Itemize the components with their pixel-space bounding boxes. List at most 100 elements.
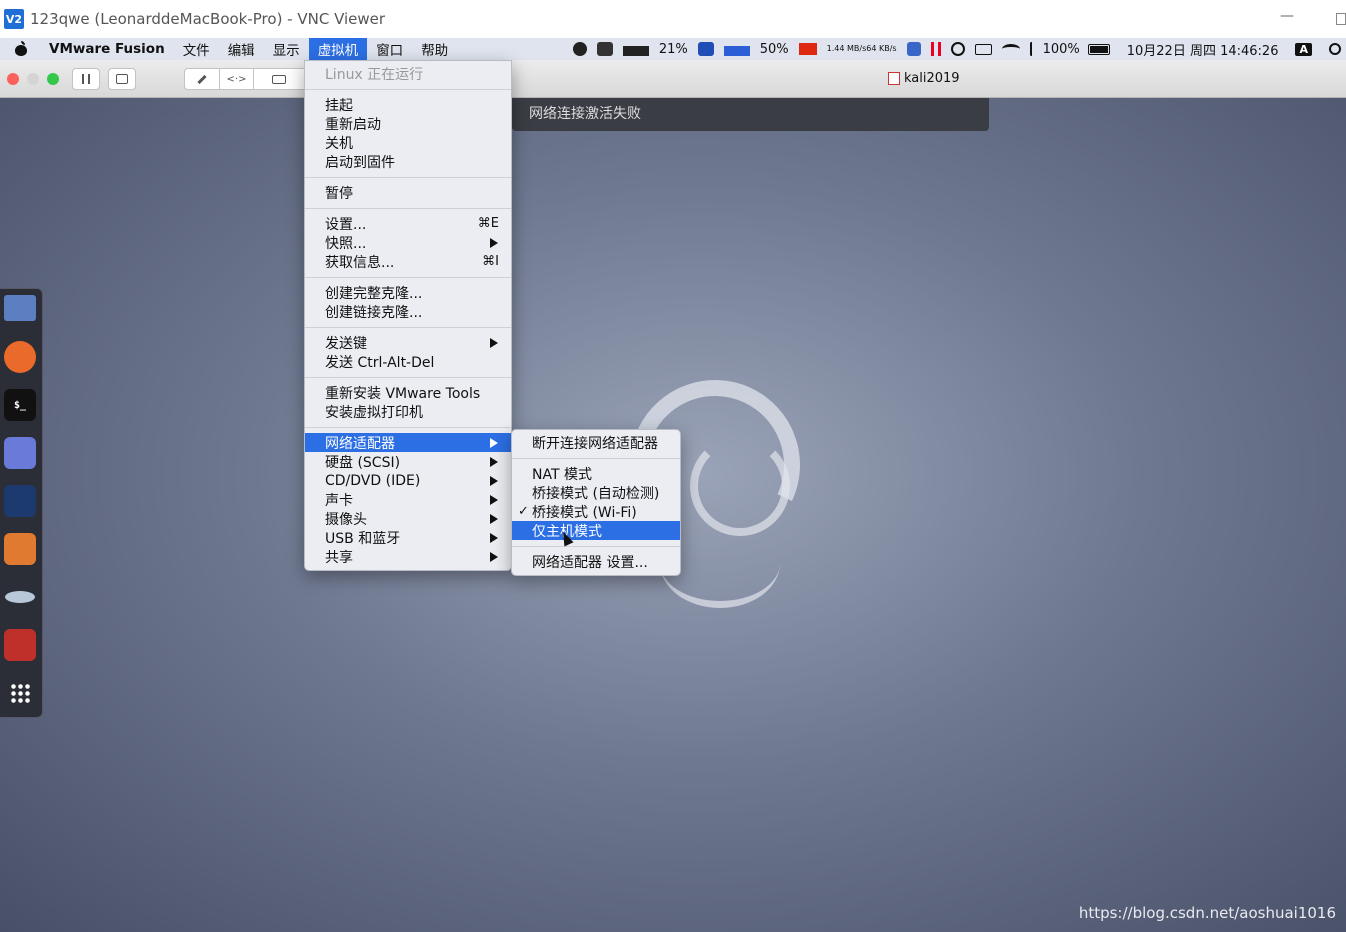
app-status-icon[interactable] <box>572 42 587 56</box>
menu-view[interactable]: 显示 <box>264 38 309 60</box>
minimize-window-button[interactable] <box>27 73 39 85</box>
menu-item-suspend[interactable]: 挂起 <box>305 95 511 114</box>
shortcut-label: ⌘E <box>477 216 499 231</box>
burpsuite-icon[interactable] <box>4 533 36 565</box>
sync-icon[interactable] <box>906 42 921 56</box>
submenu-item-bridged-wifi[interactable]: ✓ 桥接模式 (Wi-Fi) <box>512 502 680 521</box>
menu-virtual-machine[interactable]: 虚拟机 <box>308 38 368 60</box>
menu-item-sharing[interactable]: 共享 <box>305 547 511 566</box>
menu-item-get-info[interactable]: 获取信息... ⌘I <box>305 252 511 271</box>
memory-percent: 50% <box>759 41 789 57</box>
menu-separator <box>512 546 680 547</box>
submenu-item-nat[interactable]: NAT 模式 <box>512 464 680 483</box>
vm-document-icon <box>888 72 900 85</box>
cpu-graph-icon[interactable] <box>622 42 649 56</box>
menu-item-cd-dvd[interactable]: CD/DVD (IDE) <box>305 471 511 490</box>
menu-item-camera[interactable]: 摄像头 <box>305 509 511 528</box>
menu-item-label: 硬盘 (SCSI) <box>325 454 401 471</box>
vnc-status-icon[interactable] <box>697 42 714 56</box>
bluetooth-icon[interactable] <box>1029 42 1033 56</box>
menu-separator <box>305 208 511 209</box>
apple-icon[interactable] <box>14 41 28 57</box>
files-folder-icon[interactable] <box>4 295 36 321</box>
disk-button[interactable] <box>253 68 305 90</box>
notification-banner[interactable]: 网络连接激活失败 <box>512 98 989 131</box>
menu-separator <box>305 327 511 328</box>
wifi-icon[interactable] <box>1001 44 1020 54</box>
menu-edit[interactable]: 编辑 <box>219 38 264 60</box>
cherrytree-icon[interactable] <box>4 629 36 661</box>
menu-item-full-clone[interactable]: 创建完整克隆... <box>305 283 511 302</box>
menu-separator <box>512 458 680 459</box>
menu-item-send-key[interactable]: 发送键 <box>305 333 511 352</box>
menu-item-label: CD/DVD (IDE) <box>325 472 421 489</box>
minimize-button[interactable]: — <box>1280 8 1294 24</box>
pause-icon <box>82 74 90 84</box>
submenu-arrow-icon <box>490 456 498 467</box>
menu-item-restart[interactable]: 重新启动 <box>305 114 511 133</box>
menu-item-hard-disk[interactable]: 硬盘 (SCSI) <box>305 452 511 471</box>
submenu-arrow-icon <box>490 551 498 562</box>
submenu-arrow-icon <box>490 494 498 505</box>
submenu-arrow-icon <box>490 337 498 348</box>
close-window-button[interactable] <box>7 73 19 85</box>
menu-item-boot-firmware[interactable]: 启动到固件 <box>305 152 511 171</box>
pause-vm-button[interactable] <box>72 68 100 90</box>
submenu-item-adapter-settings[interactable]: 网络适配器 设置... <box>512 552 680 571</box>
menu-window[interactable]: 窗口 <box>367 38 412 60</box>
settings-wrench-button[interactable] <box>184 68 220 90</box>
airplay-icon[interactable] <box>974 43 992 55</box>
parallels-icon[interactable] <box>930 42 941 56</box>
metasploit-icon[interactable] <box>4 485 36 517</box>
submenu-arrow-icon <box>490 513 498 524</box>
menu-separator <box>305 177 511 178</box>
network-button[interactable]: <·> <box>219 68 254 90</box>
submenu-item-disconnect[interactable]: 断开连接网络适配器 <box>512 433 680 452</box>
zoom-window-button[interactable] <box>47 73 59 85</box>
onepassword-icon[interactable] <box>950 42 965 56</box>
menu-item-send-ctrl-alt-del[interactable]: 发送 Ctrl-Alt-Del <box>305 352 511 371</box>
submenu-arrow-icon <box>490 532 498 543</box>
submenu-arrow-icon <box>490 475 498 486</box>
firefox-icon[interactable] <box>4 341 36 373</box>
input-method-icon[interactable]: A <box>1295 42 1312 56</box>
snapshot-button[interactable] <box>108 68 136 90</box>
menu-file[interactable]: 文件 <box>174 38 219 60</box>
menu-item-sound-card[interactable]: 声卡 <box>305 490 511 509</box>
network-speed: 1.44 MB/s 64 KB/s <box>827 45 897 53</box>
wrench-icon <box>197 74 207 84</box>
wechat-icon[interactable] <box>596 42 613 56</box>
menu-item-reinstall-tools[interactable]: 重新安装 VMware Tools <box>305 383 511 402</box>
menu-item-settings[interactable]: 设置... ⌘E <box>305 214 511 233</box>
clock[interactable]: 10月22日 周四 14:46:26 <box>1127 40 1279 59</box>
eye-icon[interactable] <box>4 581 36 613</box>
input-flag-icon[interactable] <box>798 43 817 55</box>
grid-dots <box>10 683 30 703</box>
network-arrows-icon: <·> <box>226 73 247 85</box>
menu-item-pause[interactable]: 暂停 <box>305 183 511 202</box>
menu-item-linked-clone[interactable]: 创建链接克隆... <box>305 302 511 321</box>
vnc-logo-icon: V2 <box>4 9 24 29</box>
menu-item-virtual-printer[interactable]: 安装虚拟打印机 <box>305 402 511 421</box>
text-editor-icon[interactable] <box>4 437 36 469</box>
terminal-icon[interactable]: $_ <box>4 389 36 421</box>
menu-item-snapshots[interactable]: 快照... <box>305 233 511 252</box>
submenu-arrow-icon <box>490 237 498 248</box>
menu-item-label: 发送键 <box>325 335 367 352</box>
cpu-percent: 21% <box>658 41 688 57</box>
battery-icon[interactable] <box>1087 43 1110 55</box>
submenu-item-host-only[interactable]: 仅主机模式 <box>512 521 680 540</box>
menu-item-usb-bluetooth[interactable]: USB 和蓝牙 <box>305 528 511 547</box>
menu-item-shutdown[interactable]: 关机 <box>305 133 511 152</box>
submenu-item-bridged-auto[interactable]: 桥接模式 (自动检测) <box>512 483 680 502</box>
watermark-url: https://blog.csdn.net/aoshuai1016 <box>1078 904 1336 922</box>
menu-item-network-adapter[interactable]: 网络适配器 <box>305 433 511 452</box>
spotlight-search-icon[interactable] <box>1329 43 1341 55</box>
show-apps-grid-icon[interactable] <box>4 677 36 709</box>
menu-app-name[interactable]: VMware Fusion <box>40 38 174 60</box>
maximize-button[interactable] <box>1336 13 1346 25</box>
vmware-toolbar: <·> kali2019 <box>0 60 1346 98</box>
memory-graph-icon[interactable] <box>723 42 750 56</box>
network-adapter-submenu: 断开连接网络适配器 NAT 模式 桥接模式 (自动检测) ✓ 桥接模式 (Wi-… <box>511 429 681 576</box>
menu-help[interactable]: 帮助 <box>412 38 457 60</box>
